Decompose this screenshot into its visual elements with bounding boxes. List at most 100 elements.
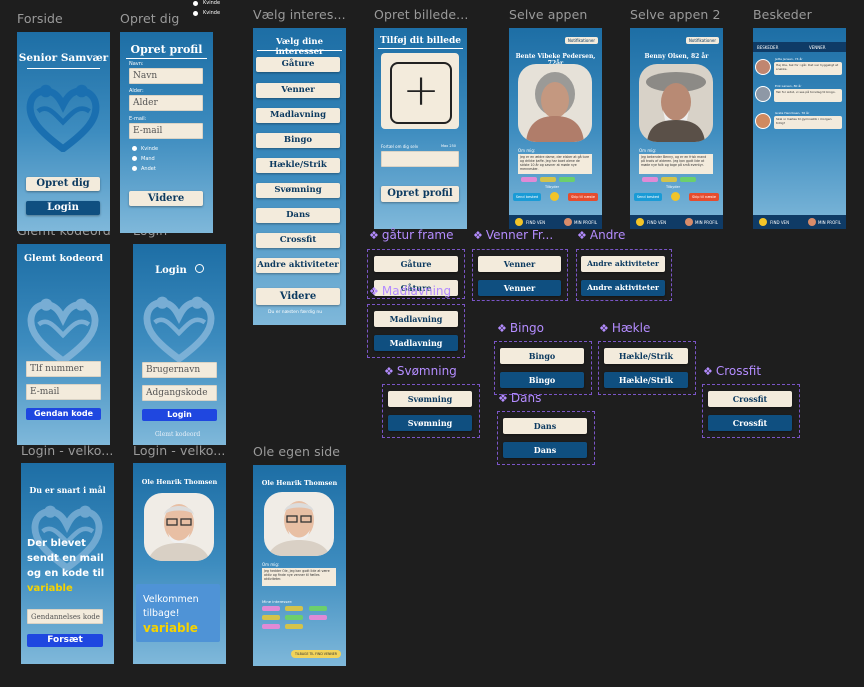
notification-badge[interactable]: Notifikationer	[564, 37, 598, 44]
message-name: Erik Larsen, 80 år	[775, 84, 802, 88]
top-radio-2[interactable]	[193, 11, 198, 16]
interest-crossfit-button[interactable]: Crossfit	[256, 233, 340, 248]
frame-label-selve-appen-2[interactable]: Selve appen 2	[630, 7, 721, 22]
interest-gaature-button[interactable]: Gåture	[256, 57, 340, 72]
glemt-kodeord-link[interactable]: Glemt kodeord	[155, 431, 200, 438]
interest-dans-button[interactable]: Dans	[256, 208, 340, 223]
comp-haekle-beige-button[interactable]: Hækle/Strik	[604, 348, 688, 364]
forsaet-button[interactable]: Forsæt	[27, 634, 103, 647]
gendan-kode-button[interactable]: Gendan kode	[26, 408, 101, 420]
message-row-1[interactable]: Jette Jensen, 74 år Hej Ole, tak for i g…	[755, 57, 844, 77]
frame-label-beskeder[interactable]: Beskeder	[753, 7, 812, 22]
adgangskode-field[interactable]: Adgangskode	[142, 385, 217, 401]
comp-dans-navy-button[interactable]: Dans	[503, 442, 587, 458]
component-label-andre[interactable]: ❖ Andre	[577, 228, 625, 242]
component-label-venner[interactable]: ❖ Venner Fr...	[473, 228, 553, 242]
comp-crossfit-navy-button[interactable]: Crossfit	[708, 415, 792, 431]
interest-bingo-button[interactable]: Bingo	[256, 133, 340, 148]
navn-field[interactable]: Navn	[129, 68, 203, 84]
gender-radio-kvinde[interactable]	[132, 146, 137, 151]
frame-label-selve-appen[interactable]: Selve appen	[509, 7, 587, 22]
forside-title: Senior Samvær	[18, 52, 109, 64]
app1-send-button[interactable]: Send besked	[513, 193, 541, 201]
find-ven-icon[interactable]	[515, 218, 523, 226]
min-profil-icon-2[interactable]	[685, 218, 693, 226]
comp-svomning-navy-button[interactable]: Svømning	[388, 415, 472, 431]
comp-madlavning-beige-button[interactable]: Madlavning	[374, 311, 458, 327]
top-radio-1[interactable]	[193, 1, 198, 6]
min-profil-icon[interactable]	[564, 218, 572, 226]
component-label-haekle[interactable]: ❖ Hækle	[599, 321, 650, 335]
comp-dans-beige-button[interactable]: Dans	[503, 418, 587, 434]
component-label-dans[interactable]: ❖ Dans	[498, 391, 541, 405]
login-submit-button[interactable]: Login	[142, 409, 217, 421]
email-field[interactable]: E-mail	[129, 123, 203, 139]
glemt-email-field[interactable]: E-mail	[26, 384, 101, 400]
interest-haekle-button[interactable]: Hækle/Strik	[256, 158, 340, 173]
app1-nav-profil[interactable]: MIN PROFIL	[574, 220, 597, 225]
velko2-variable: variable	[143, 621, 198, 635]
component-label-svomning[interactable]: ❖ Svømning	[384, 364, 457, 378]
gender-radio-andet[interactable]	[132, 166, 137, 171]
app1-skip-button[interactable]: Skip til næste	[568, 193, 598, 201]
gender-radio-mand[interactable]	[132, 156, 137, 161]
comp-madlavning-navy-button[interactable]: Madlavning	[374, 335, 458, 351]
interesser-videre-button[interactable]: Videre	[256, 288, 340, 305]
component-label-bingo[interactable]: ❖ Bingo	[497, 321, 544, 335]
ole-om-text: Jeg hedder Ole, jeg kan godt lide at vær…	[262, 568, 336, 586]
component-label-gaature[interactable]: ❖ gåtur frame	[369, 228, 454, 242]
comp-haekle-navy-button[interactable]: Hækle/Strik	[604, 372, 688, 388]
interest-svomning-button[interactable]: Svømning	[256, 183, 340, 198]
frame-label-ole-egen-side[interactable]: Ole egen side	[253, 444, 340, 459]
videre-button[interactable]: Videre	[129, 191, 203, 206]
comp-crossfit-beige-button[interactable]: Crossfit	[708, 391, 792, 407]
comp-bingo-beige-button[interactable]: Bingo	[500, 348, 584, 364]
find-ven-icon-3[interactable]	[759, 218, 767, 226]
find-ven-icon-2[interactable]	[636, 218, 644, 226]
interest-venner-button[interactable]: Venner	[256, 83, 340, 98]
interest-andre-button[interactable]: Andre aktiviteter	[256, 258, 340, 273]
comp-venner-navy-button[interactable]: Venner	[478, 280, 561, 296]
beskeder-nav-profil[interactable]: MIN PROFIL	[818, 220, 841, 225]
comp-andre-navy-button[interactable]: Andre aktiviteter	[581, 280, 665, 296]
frame-label-login-velko-2[interactable]: Login - velko...	[133, 443, 225, 458]
fortael-field[interactable]	[381, 151, 459, 167]
interest-madlavning-button[interactable]: Madlavning	[256, 108, 340, 123]
billede-upload-box[interactable]: +	[381, 53, 459, 129]
alder-field[interactable]: Alder	[129, 95, 203, 111]
frame-label-login-velko-1[interactable]: Login - velko...	[21, 443, 113, 458]
frame-label-opret-dig[interactable]: Opret dig	[120, 11, 179, 26]
component-label-crossfit[interactable]: ❖ Crossfit	[703, 364, 761, 378]
brugernavn-field[interactable]: Brugernavn	[142, 362, 217, 378]
login-button[interactable]: Login	[26, 201, 100, 215]
message-row-2[interactable]: Erik Larsen, 80 år Tak for sidst, vi ses…	[755, 84, 844, 104]
opret-profil-button[interactable]: Opret profil	[381, 186, 459, 202]
min-profil-icon-3[interactable]	[808, 218, 816, 226]
comp-bingo-navy-button[interactable]: Bingo	[500, 372, 584, 388]
app1-nav-find[interactable]: FIND VEN	[526, 220, 545, 225]
comp-gaature-beige-button[interactable]: Gåture	[374, 256, 458, 272]
message-row-3[interactable]: Greta Henriksen, 76 år Skal vi mødes til…	[755, 111, 844, 131]
app2-nav-find[interactable]: FIND VEN	[647, 220, 666, 225]
frame-label-opret-billede[interactable]: Opret billede...	[374, 7, 468, 22]
login-frame: Login Brugernavn Adgangskode Login Glemt…	[133, 244, 226, 445]
tab-venner[interactable]: VENNER	[809, 45, 826, 50]
tab-beskeder[interactable]: BESKEDER	[757, 45, 778, 50]
component-label-text: Crossfit	[715, 364, 762, 378]
app2-skip-button[interactable]: Skip til næste	[689, 193, 719, 201]
frame-label-forside[interactable]: Forside	[17, 11, 63, 26]
comp-svomning-beige-button[interactable]: Svømning	[388, 391, 472, 407]
notification-badge-2[interactable]: Notifikationer	[685, 37, 719, 44]
component-label-madlavning[interactable]: ❖ Madlavning	[369, 284, 451, 298]
comp-andre-beige-button[interactable]: Andre aktiviteter	[581, 256, 665, 272]
gender-mand-label: Mand	[141, 156, 155, 162]
app2-nav-profil[interactable]: MIN PROFIL	[695, 220, 718, 225]
opret-dig-button[interactable]: Opret dig	[26, 177, 100, 191]
beskeder-nav-find[interactable]: FIND VEN	[770, 220, 789, 225]
tlf-field[interactable]: Tlf nummer	[26, 361, 101, 377]
app2-send-button[interactable]: Send besked	[634, 193, 662, 201]
frame-label-vaelg-interesser[interactable]: Vælg interes...	[253, 7, 346, 22]
comp-venner-beige-button[interactable]: Venner	[478, 256, 561, 272]
ole-tilbage-button[interactable]: TILBAGE TIL FIND VENNER	[291, 650, 341, 658]
gendannelses-kode-field[interactable]: Gendannelses kode	[27, 609, 103, 624]
